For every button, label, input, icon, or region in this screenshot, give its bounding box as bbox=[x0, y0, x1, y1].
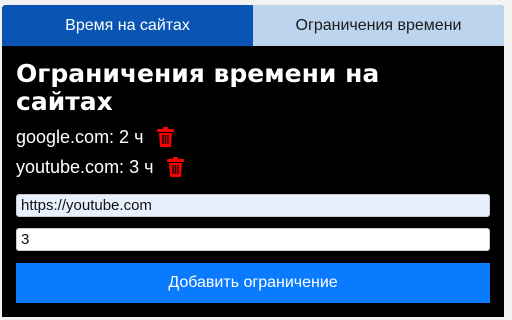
trash-icon[interactable] bbox=[155, 126, 175, 148]
url-input[interactable] bbox=[16, 194, 490, 217]
limit-label: youtube.com: 3 ч bbox=[16, 156, 154, 177]
add-limit-button[interactable]: Добавить ограничение bbox=[16, 263, 490, 303]
limit-item: youtube.com: 3 ч bbox=[16, 152, 490, 182]
trash-icon[interactable] bbox=[165, 156, 185, 178]
page-title: Ограничения времени на сайтах bbox=[16, 59, 380, 116]
limit-item: google.com: 2 ч bbox=[16, 122, 490, 152]
tab-time-on-sites[interactable]: Время на сайтах bbox=[2, 5, 253, 46]
limit-label: google.com: 2 ч bbox=[16, 126, 144, 147]
tab-time-limits[interactable]: Ограничения времени bbox=[253, 5, 504, 46]
tab-bar: Время на сайтах Ограничения времени bbox=[2, 5, 504, 46]
main-content: Ограничения времени на сайтах google.com… bbox=[2, 46, 504, 303]
hours-input[interactable] bbox=[16, 228, 490, 251]
extension-popup: Время на сайтах Ограничения времени Огра… bbox=[2, 5, 504, 317]
